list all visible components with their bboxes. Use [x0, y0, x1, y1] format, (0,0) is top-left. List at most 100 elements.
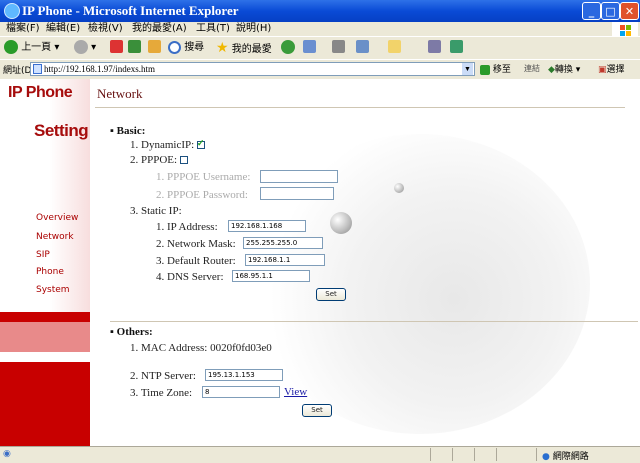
stop-icon[interactable]: [110, 40, 123, 53]
mac-label: MAC Address:: [141, 342, 208, 354]
maximize-button[interactable]: □: [601, 2, 620, 20]
forward-button[interactable]: ▾: [74, 40, 96, 56]
print-icon[interactable]: [332, 40, 345, 53]
search-button[interactable]: 搜尋: [168, 40, 204, 56]
status-divider: [496, 448, 497, 461]
address-dropdown-icon[interactable]: ▼: [462, 63, 473, 75]
background-orb: [394, 183, 404, 193]
toolbar: 上一頁 ▾ ▾ 搜尋 ★ 我的最愛: [0, 36, 640, 59]
main-panel: Network ▪ Basic: 1. DynamicIP: 2. PPPOE:…: [90, 79, 640, 446]
window-titlebar: IP Phone - Microsoft Internet Explorer _…: [0, 0, 640, 22]
history-icon[interactable]: [281, 40, 295, 54]
dynamic-ip-row: 1. DynamicIP:: [130, 138, 205, 151]
status-divider: [474, 448, 475, 461]
star-icon: ★: [216, 40, 229, 56]
dns-server-row: 4. DNS Server:: [156, 271, 224, 283]
search-icon: [168, 40, 181, 54]
nav-network[interactable]: Network: [36, 232, 74, 242]
menu-tools[interactable]: 工具(T): [196, 22, 230, 36]
default-router-label: Default Router:: [167, 255, 236, 267]
links-label[interactable]: 連結: [524, 63, 540, 74]
time-zone-view-link[interactable]: View: [284, 386, 307, 398]
forward-arrow-icon: [74, 40, 88, 54]
decor-band: [0, 322, 90, 352]
window-title: IP Phone - Microsoft Internet Explorer: [22, 3, 239, 18]
mac-value: 0020f0fd03e0: [210, 342, 272, 354]
status-divider: [536, 448, 537, 461]
select-icon: ▣: [598, 65, 607, 75]
go-button[interactable]: 移至: [480, 62, 511, 75]
default-router-input[interactable]: 192.168.1.1: [245, 254, 325, 266]
pppoe-row: 2. PPPOE:: [130, 154, 188, 166]
menu-edit[interactable]: 編輯(E): [46, 22, 80, 36]
messenger-icon[interactable]: [428, 40, 441, 53]
page-content: IP Phone Setting Overview Network SIP Ph…: [0, 79, 640, 446]
back-arrow-icon: [4, 40, 18, 54]
globe-icon: ●: [542, 452, 550, 462]
windows-logo-icon: [612, 22, 638, 36]
menu-favorites[interactable]: 我的最愛(A): [132, 22, 187, 36]
address-url: http://192.168.1.97/indexs.htm: [44, 64, 156, 74]
decor-band: [0, 362, 90, 446]
time-zone-input[interactable]: 8: [202, 386, 280, 398]
network-mask-row: 2. Network Mask:: [156, 238, 236, 250]
zone-label: 網際網路: [552, 452, 589, 462]
select-button[interactable]: ▣選擇: [598, 62, 625, 75]
convert-button[interactable]: ◆轉換 ▾: [548, 62, 580, 75]
edit-icon[interactable]: [356, 40, 369, 53]
page-status-icon: ◉: [3, 449, 11, 459]
select-label: 選擇: [606, 65, 625, 75]
dynamic-ip-label: DynamicIP:: [141, 139, 195, 151]
time-zone-label: Time Zone:: [140, 387, 193, 399]
nav-sip[interactable]: SIP: [36, 250, 50, 260]
minimize-button[interactable]: _: [582, 2, 601, 20]
time-zone-row: 3. Time Zone:: [130, 387, 193, 399]
address-bar: 網址(D) http://192.168.1.97/indexs.htm ▼ 移…: [0, 59, 640, 79]
ntp-server-input[interactable]: 195.13.1.153: [205, 369, 283, 381]
close-button[interactable]: ✕: [620, 2, 639, 20]
pppoe-username-label: PPPOE Username:: [167, 171, 251, 183]
back-button[interactable]: 上一頁 ▾: [4, 40, 59, 56]
mail-icon[interactable]: [303, 40, 316, 53]
page-icon: [33, 64, 42, 74]
menu-help[interactable]: 說明(H): [236, 22, 271, 36]
ip-address-input[interactable]: 192.168.1.168: [228, 220, 306, 232]
pppoe-checkbox[interactable]: [179, 156, 188, 165]
users-icon[interactable]: [450, 40, 463, 53]
default-router-row: 3. Default Router:: [156, 255, 236, 267]
decor-band: [0, 312, 90, 322]
static-ip-row: 3. Static IP:: [130, 205, 182, 217]
dynamic-ip-checkbox[interactable]: [196, 138, 205, 150]
basic-set-button[interactable]: Set: [316, 288, 346, 301]
decor-band: [0, 352, 90, 362]
ip-address-label: IP Address:: [167, 221, 218, 233]
favorites-label: 我的最愛: [231, 44, 272, 55]
pppoe-username-row: 1. PPPOE Username:: [156, 171, 251, 183]
others-set-button[interactable]: Set: [302, 404, 332, 417]
network-mask-label: Network Mask:: [167, 238, 236, 250]
address-input[interactable]: http://192.168.1.97/indexs.htm ▼: [30, 62, 475, 76]
zone-indicator: ● 網際網路: [542, 449, 589, 462]
status-divider: [452, 448, 453, 461]
pppoe-password-input[interactable]: [260, 187, 334, 200]
section-divider: [110, 321, 638, 322]
ntp-row: 2. NTP Server:: [130, 370, 196, 382]
home-icon[interactable]: [148, 40, 161, 53]
nav-phone[interactable]: Phone: [36, 267, 64, 277]
nav-overview[interactable]: Overview: [36, 213, 78, 223]
status-bar: ◉ ● 網際網路: [0, 446, 640, 463]
dns-server-input[interactable]: 168.95.1.1: [232, 270, 310, 282]
nav-system[interactable]: System: [36, 285, 70, 295]
pppoe-username-input[interactable]: [260, 170, 338, 183]
discuss-icon[interactable]: [388, 40, 401, 53]
background-orb: [330, 212, 352, 234]
menu-view[interactable]: 檢視(V): [88, 22, 123, 36]
favorites-button[interactable]: ★ 我的最愛: [216, 40, 272, 56]
refresh-icon[interactable]: [128, 40, 141, 53]
network-mask-input[interactable]: 255.255.255.0: [243, 237, 323, 249]
menu-bar: 檔案(F) 編輯(E) 檢視(V) 我的最愛(A) 工具(T) 說明(H): [0, 22, 640, 36]
menu-file[interactable]: 檔案(F): [6, 22, 40, 36]
go-label: 移至: [492, 65, 511, 75]
logo-setting: Setting: [34, 121, 89, 140]
logo-ip-phone: IP Phone: [8, 84, 73, 101]
